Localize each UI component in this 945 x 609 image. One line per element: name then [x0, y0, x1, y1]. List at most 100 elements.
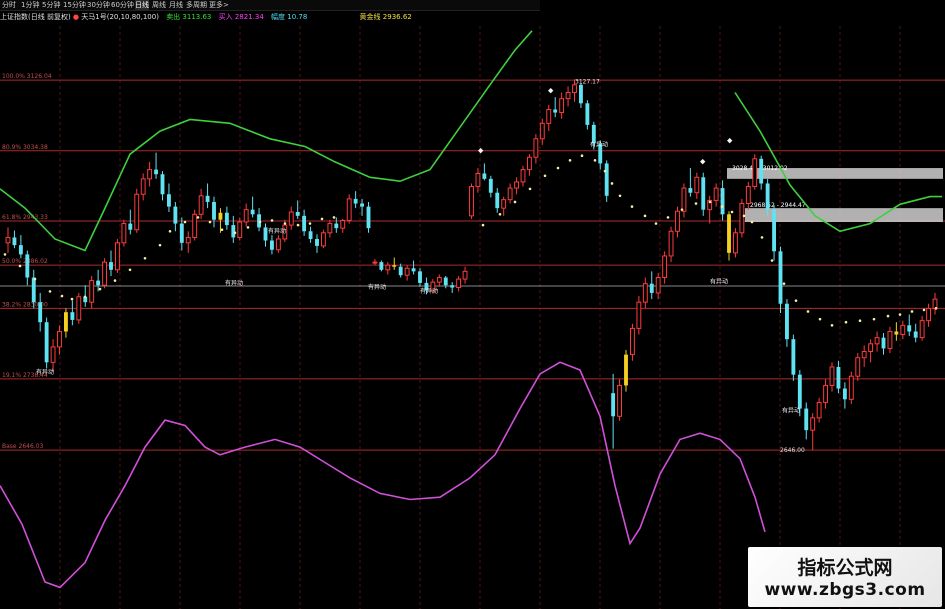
candle-body	[797, 374, 802, 409]
candle-body	[778, 251, 783, 304]
candle-body	[327, 223, 333, 234]
candle-body	[315, 238, 319, 246]
candle-body	[765, 183, 770, 210]
candle-body	[868, 343, 874, 353]
candle-body	[733, 232, 738, 254]
candle-body	[745, 186, 751, 205]
candle-body	[662, 255, 668, 279]
candle-body	[346, 198, 352, 221]
candle-body	[913, 331, 918, 338]
fib-level-label: 61.8% 2943.33	[2, 214, 48, 221]
candle-body	[713, 187, 719, 201]
candle-body	[96, 280, 101, 286]
trail-dot	[618, 194, 622, 198]
candle-body	[31, 277, 36, 303]
candle-body	[488, 178, 493, 193]
candle-body	[585, 103, 590, 125]
candle-body	[38, 302, 43, 323]
candle-body	[630, 327, 635, 356]
trail-dot	[858, 319, 862, 322]
trail-dot	[498, 213, 502, 216]
candle-body	[70, 312, 75, 320]
signal-label: 有异动	[368, 283, 386, 291]
trail-dot	[830, 324, 834, 327]
trail-dot	[643, 214, 647, 218]
fib-level-label: 50.0% 2886.02	[2, 258, 48, 265]
candle-body	[804, 408, 809, 431]
candle-body	[185, 236, 191, 244]
candle-body	[263, 227, 268, 241]
trail-dot	[886, 314, 890, 318]
trail-dot	[730, 210, 734, 214]
trail-dot	[246, 226, 250, 229]
candle-body	[919, 320, 925, 339]
candle-body	[675, 210, 680, 232]
candle-body	[681, 187, 687, 212]
low-label: 2646.00	[780, 447, 805, 454]
signal-label: 有异动	[36, 368, 54, 376]
candle-body	[727, 214, 731, 253]
trail-dot	[654, 222, 658, 225]
candle-body	[881, 337, 886, 349]
candle-body	[360, 203, 364, 207]
candle-body	[321, 232, 326, 247]
candle-body	[791, 339, 796, 375]
trail-dot	[60, 294, 64, 298]
candle-body	[533, 138, 539, 158]
candle-body	[18, 245, 23, 255]
candle-body	[308, 231, 313, 239]
signal-label: 有异动	[590, 140, 608, 148]
candle-body	[649, 283, 654, 293]
candle-body	[205, 195, 210, 202]
candle-body	[275, 238, 281, 251]
candle-body	[861, 351, 867, 359]
candle-body	[115, 242, 120, 271]
candle-body	[243, 209, 249, 223]
candle-body	[900, 324, 906, 336]
trail-dot	[680, 208, 684, 211]
candle-body	[147, 169, 153, 180]
trail-dot	[720, 205, 724, 208]
candle-body	[456, 278, 462, 289]
candle-body	[553, 109, 558, 113]
candle-body	[443, 277, 448, 286]
candle-body	[372, 261, 378, 264]
candle-body	[617, 384, 622, 417]
trail-dot	[220, 228, 224, 232]
candle-body	[579, 84, 583, 104]
candle-body	[385, 264, 391, 271]
candle-body	[450, 285, 455, 288]
trail-dot	[770, 259, 774, 262]
candle-body	[302, 215, 307, 232]
candle-body	[907, 325, 912, 332]
candle-body	[514, 181, 519, 189]
signal-label: 有异动	[420, 287, 438, 295]
buy-arrow-icon: ◆	[548, 87, 554, 95]
candle-body	[231, 225, 236, 238]
candle-body	[212, 201, 216, 220]
candle-body	[520, 169, 526, 183]
trail-dot	[580, 154, 584, 158]
trail-dot	[603, 169, 607, 173]
trail-dot	[143, 256, 147, 260]
candle-body	[546, 108, 552, 124]
fib-level-label: 80.9% 3034.38	[2, 144, 48, 151]
candle-body	[842, 388, 847, 400]
candle-body	[739, 203, 745, 234]
candle-body	[76, 296, 82, 321]
trail-dot	[208, 220, 212, 224]
trail-dot	[128, 268, 132, 272]
candle-body	[379, 262, 384, 270]
candle-body	[823, 384, 828, 403]
candlestick-chart[interactable]: 100.0% 3126.04 80.9% 3034.38 61.8% 2943.33…	[0, 0, 945, 609]
candle-body	[50, 346, 56, 363]
trail-dot	[872, 317, 876, 321]
signal-label: 有异动	[268, 227, 286, 235]
trail-dot	[742, 214, 746, 218]
trail-dot	[258, 220, 262, 224]
candle-body	[855, 357, 861, 377]
trail-dot	[528, 187, 532, 191]
candle-body	[270, 240, 274, 250]
trail-dot	[233, 231, 237, 235]
candle-body	[772, 209, 776, 252]
